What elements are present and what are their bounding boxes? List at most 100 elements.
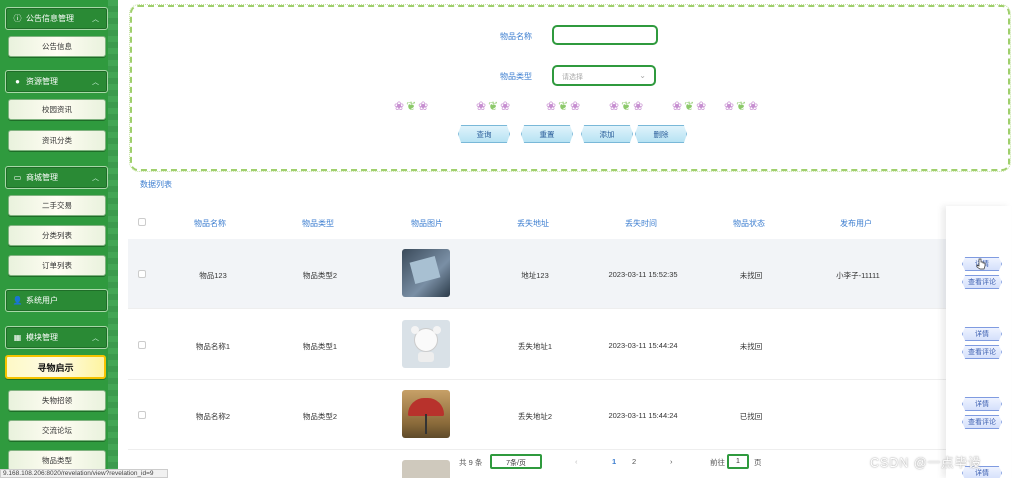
add-button[interactable]: 添加	[581, 125, 633, 143]
sidebar-item-category-list[interactable]: 分类列表	[8, 225, 106, 246]
sidebar-item-lost-notice[interactable]: 寻物启示	[5, 355, 106, 379]
item-photo	[402, 460, 450, 478]
detail-button[interactable]: 详情	[962, 327, 1002, 341]
sidebar-group-resources[interactable]: ● 资源管理 ︿	[5, 70, 108, 93]
sidebar-vine-decoration	[108, 0, 118, 478]
sidebar-group-modules[interactable]: ▦ 模块管理 ︿	[5, 326, 108, 349]
pin-icon: ●	[15, 77, 20, 86]
flower-decoration: ❀❦❀	[724, 99, 761, 113]
sidebar-item-found-items[interactable]: 失物招领	[8, 390, 106, 411]
sidebar-item-order-list[interactable]: 订单列表	[8, 255, 106, 276]
sidebar-item-label: 失物招领	[42, 396, 72, 405]
col-header-address: 丢失地址	[517, 219, 549, 228]
item-type-placeholder: 请选择	[562, 74, 583, 81]
detail-button[interactable]: 详情	[962, 397, 1002, 411]
search-panel: 物品名称 物品类型 请选择 ⌄ ❀❦❀ ❀❦❀ ❀❦❀ ❀❦❀ ❀❦❀ ❀❦❀ …	[129, 4, 1011, 172]
table-row[interactable]: 物品名称1 物品类型1 丢失地址1 2023-03-11 15:44:24 未找…	[128, 310, 1008, 380]
sidebar-item-label: 寻物启示	[37, 362, 74, 373]
info-icon: ⓘ	[13, 14, 22, 23]
sidebar-group-label: 模块管理	[26, 333, 58, 342]
sidebar-item-label: 公告信息	[42, 42, 72, 51]
sidebar-item-label: 订单列表	[42, 261, 72, 270]
item-name-input[interactable]	[552, 25, 658, 45]
sidebar-item-label: 二手交易	[42, 201, 72, 210]
cell-name: 物品名称2	[195, 412, 231, 421]
sidebar-item-announcement-info[interactable]: 公告信息	[8, 36, 106, 57]
sidebar-group-label: 系统用户	[26, 296, 58, 305]
page-size-select[interactable]: 7条/页	[490, 454, 542, 469]
item-type-select[interactable]: 请选择 ⌄	[552, 65, 656, 86]
col-header-time: 丢失时间	[625, 219, 657, 228]
sidebar-group-mall[interactable]: ▭ 商城管理 ︿	[5, 166, 108, 189]
row-checkbox[interactable]	[138, 270, 146, 278]
page-1-button[interactable]: 1	[612, 457, 616, 466]
col-header-user: 发布用户	[840, 219, 872, 228]
sidebar-item-campus-news[interactable]: 校园资讯	[8, 99, 106, 120]
sidebar-item-label: 分类列表	[42, 231, 72, 240]
toy-fan-photo	[402, 320, 450, 368]
sidebar-group-system-users[interactable]: 👤 系统用户	[5, 289, 108, 312]
sidebar-group-label: 公告信息管理	[26, 14, 74, 23]
item-name-label: 物品名称	[500, 32, 532, 41]
chevron-up-icon: ︿	[92, 16, 99, 23]
umbrella-photo	[402, 390, 450, 438]
page-2-button[interactable]: 2	[632, 457, 636, 466]
flower-decoration: ❀❦❀	[476, 99, 513, 113]
hand-cursor-icon	[976, 258, 986, 270]
cell-user: 小李子-11111	[836, 271, 880, 280]
goto-label: 前往	[710, 458, 725, 467]
cell-time: 2023-03-11 15:44:24	[608, 411, 678, 420]
cell-type: 物品类型2	[302, 412, 338, 421]
cell-time: 2023-03-11 15:44:24	[608, 341, 678, 350]
sidebar-item-label: 校园资讯	[42, 105, 72, 114]
col-header-status: 物品状态	[733, 219, 765, 228]
sidebar-item-news-category[interactable]: 资讯分类	[8, 130, 106, 151]
view-reviews-button[interactable]: 查看评论	[962, 275, 1002, 289]
prev-page-button[interactable]: ‹	[575, 457, 578, 466]
cell-type: 物品类型2	[302, 271, 338, 280]
delete-button[interactable]: 删除	[635, 125, 687, 143]
flower-decoration: ❀❦❀	[609, 99, 646, 113]
total-count: 共 9 条	[459, 458, 483, 467]
status-bar-url: 9.168.108.206:8020/revelation/view?revel…	[0, 469, 168, 478]
table-row[interactable]: 物品名称2 物品类型2 丢失地址2 2023-03-11 15:44:24 已找…	[128, 380, 1008, 450]
row-checkbox[interactable]	[138, 341, 146, 349]
chevron-up-icon: ︿	[92, 175, 99, 182]
cell-address: 地址123	[521, 271, 549, 280]
sidebar-item-forum[interactable]: 交流论坛	[8, 420, 106, 441]
sidebar-group-label: 商城管理	[26, 173, 58, 182]
view-reviews-button[interactable]: 查看评论	[962, 415, 1002, 429]
view-reviews-button[interactable]: 查看评论	[962, 345, 1002, 359]
reset-button[interactable]: 重置	[521, 125, 573, 143]
chevron-down-icon: ⌄	[639, 71, 646, 80]
goto-suffix: 页	[754, 458, 762, 467]
sidebar-item-item-type[interactable]: 物品类型	[8, 450, 106, 471]
cell-address: 丢失地址1	[517, 342, 553, 351]
table-row[interactable]: 物品123 物品类型2 地址123 2023-03-11 15:52:35 未找…	[128, 239, 1008, 309]
sidebar-group-announcements[interactable]: ⓘ 公告信息管理 ︿	[5, 7, 108, 30]
watermark: CSDN @一点毕设	[870, 456, 982, 470]
sidebar-group-label: 资源管理	[26, 77, 58, 86]
cell-status: 未找回	[739, 342, 763, 351]
cell-address: 丢失地址2	[517, 412, 553, 421]
col-header-type: 物品类型	[302, 219, 334, 228]
select-all-checkbox[interactable]	[138, 218, 146, 226]
cell-status: 未找回	[739, 271, 763, 280]
sidebar-item-label: 物品类型	[42, 456, 72, 465]
chevron-up-icon: ︿	[92, 79, 99, 86]
cell-type: 物品类型1	[302, 342, 338, 351]
cell-time: 2023-03-11 15:52:35	[608, 270, 678, 279]
user-icon: 👤	[12, 296, 23, 305]
goto-page-value: 1	[736, 458, 740, 465]
col-header-image: 物品图片	[411, 219, 443, 228]
cart-icon: ▭	[13, 173, 22, 182]
next-page-button[interactable]: ›	[670, 457, 673, 466]
page-size-value: 7条/页	[506, 460, 526, 467]
goto-page-input[interactable]: 1	[727, 454, 749, 469]
row-checkbox[interactable]	[138, 411, 146, 419]
sidebar-item-second-hand[interactable]: 二手交易	[8, 195, 106, 216]
cell-status: 已找回	[739, 412, 763, 421]
query-button[interactable]: 查询	[458, 125, 510, 143]
chevron-up-icon: ︿	[92, 335, 99, 342]
sidebar-item-label: 资讯分类	[42, 136, 72, 145]
